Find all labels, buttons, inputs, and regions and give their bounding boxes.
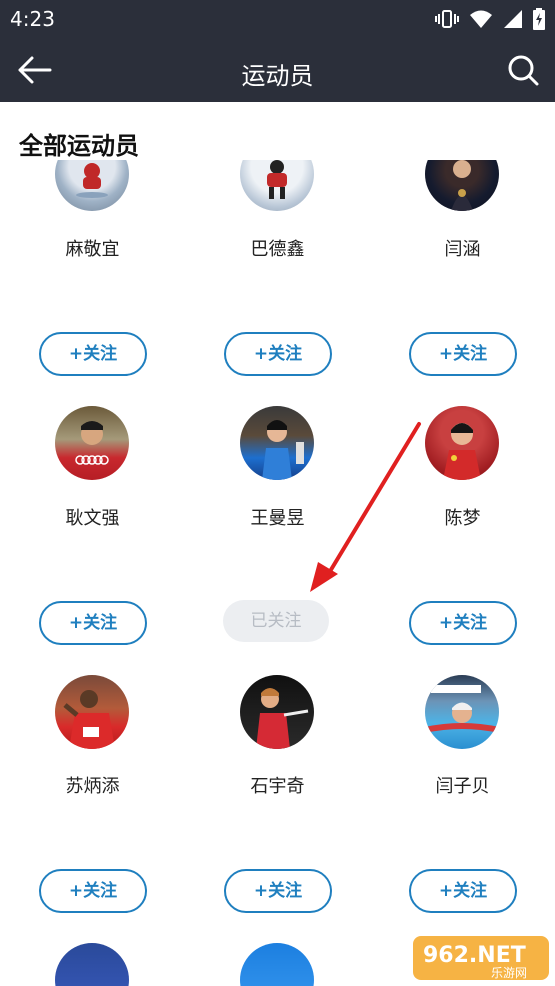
athlete-name: 闫子贝 — [435, 776, 490, 797]
follow-button[interactable]: +关注 — [224, 332, 332, 376]
search-button[interactable] — [505, 52, 541, 88]
avatar — [240, 675, 314, 749]
athlete-name: 王曼昱 — [250, 508, 305, 529]
search-icon — [508, 55, 539, 86]
avatar — [55, 943, 129, 986]
avatar — [240, 406, 314, 480]
athlete-name: 巴德鑫 — [250, 239, 305, 260]
watermark-text: 962.NET — [423, 943, 526, 968]
wifi-icon — [470, 10, 492, 28]
section-title: 全部运动员 — [19, 132, 139, 160]
athlete-name: 耿文强 — [65, 508, 120, 529]
avatar — [425, 675, 499, 749]
watermark-sub: 乐游网 — [491, 966, 527, 980]
avatar — [55, 406, 129, 480]
follow-button[interactable]: +关注 — [39, 332, 147, 376]
status-time: 4:23 — [10, 7, 55, 31]
follow-button[interactable]: +关注 — [409, 332, 517, 376]
battery-icon — [533, 8, 545, 30]
follow-button[interactable]: +关注 — [409, 601, 517, 645]
athlete-list[interactable]: 全部运动员 麻敬宜 +关注 巴德鑫 +关注 闫涵 +关注 耿文强 +关注 王曼昱 — [0, 102, 555, 986]
athlete-name: 陈梦 — [444, 508, 481, 529]
avatar — [425, 406, 499, 480]
follow-button[interactable]: +关注 — [39, 601, 147, 645]
athlete-name: 闫涵 — [444, 239, 481, 260]
vibrate-icon — [435, 10, 459, 28]
page-title: 运动员 — [241, 62, 314, 90]
athlete-name: 石宇奇 — [250, 776, 305, 797]
athlete-name: 苏炳添 — [65, 776, 120, 797]
follow-button[interactable]: +关注 — [409, 869, 517, 913]
athlete-name: 麻敬宜 — [65, 239, 120, 260]
app-bar: 运动员 — [0, 38, 555, 102]
signal-icon — [504, 10, 522, 28]
avatar — [240, 943, 314, 986]
follow-button[interactable]: +关注 — [224, 869, 332, 913]
status-bar: 4:23 — [0, 0, 555, 38]
avatar — [55, 675, 129, 749]
follow-button[interactable]: +关注 — [39, 869, 147, 913]
followed-button[interactable]: 已关注 — [223, 600, 329, 642]
status-icons — [435, 8, 545, 30]
watermark-logo: 962.NET 乐游网 — [413, 934, 549, 982]
